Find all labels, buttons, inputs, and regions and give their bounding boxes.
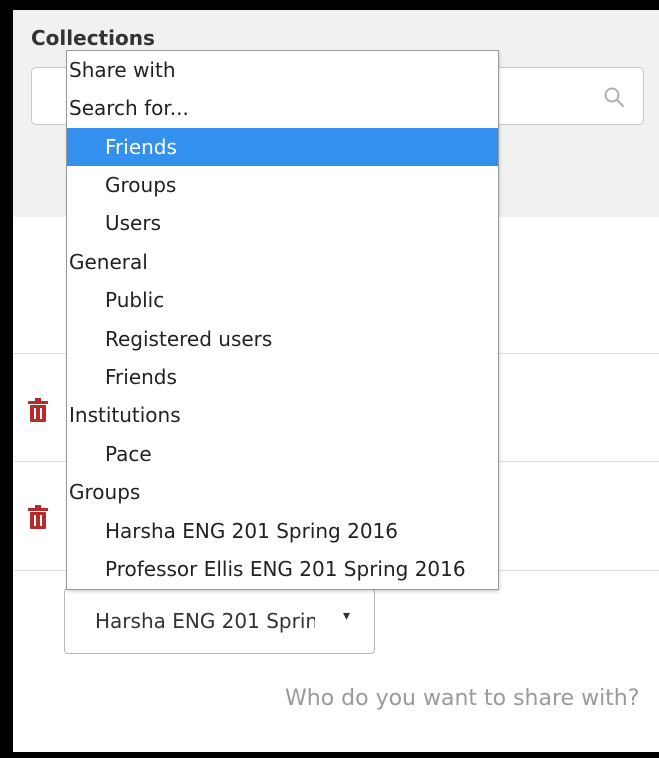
- dropdown-header-search-for: Search for...: [69, 96, 189, 120]
- dropdown-option-groups[interactable]: Groups: [67, 166, 498, 204]
- dropdown-option-professor-ellis-eng-201[interactable]: Professor Ellis ENG 201 Spring 2016: [67, 550, 498, 588]
- dropdown-option-general-friends[interactable]: Friends: [67, 358, 498, 396]
- dropdown-option-users[interactable]: Users: [67, 204, 498, 242]
- chevron-down-icon: ▾: [343, 608, 351, 624]
- trash-icon[interactable]: [27, 504, 49, 530]
- share-with-select[interactable]: Harsha ENG 201 Spring 2016 ▾: [64, 588, 375, 654]
- search-icon[interactable]: [603, 86, 625, 108]
- collections-title: Collections: [31, 26, 155, 50]
- share-panel: Collections Harsha ENG 201 Spring 2016 ▾…: [13, 10, 659, 752]
- dropdown-header-share-with: Share with: [69, 58, 176, 82]
- dropdown-header-groups: Groups: [69, 480, 141, 504]
- dropdown-header-institutions: Institutions: [69, 403, 181, 427]
- dropdown-option-registered-users[interactable]: Registered users: [67, 320, 498, 358]
- dropdown-option-public[interactable]: Public: [67, 281, 498, 319]
- share-with-select-value: Harsha ENG 201 Spring 2016: [95, 609, 315, 633]
- dropdown-option-pace[interactable]: Pace: [67, 435, 498, 473]
- dropdown-option-harsha-eng-201[interactable]: Harsha ENG 201 Spring 2016: [67, 512, 498, 550]
- share-with-dropdown: Share with Search for... Friends Groups …: [66, 50, 499, 590]
- dropdown-header-general: General: [69, 250, 148, 274]
- share-helper-text: Who do you want to share with?: [285, 686, 640, 711]
- trash-icon[interactable]: [27, 397, 49, 423]
- dropdown-option-friends[interactable]: Friends: [67, 128, 498, 166]
